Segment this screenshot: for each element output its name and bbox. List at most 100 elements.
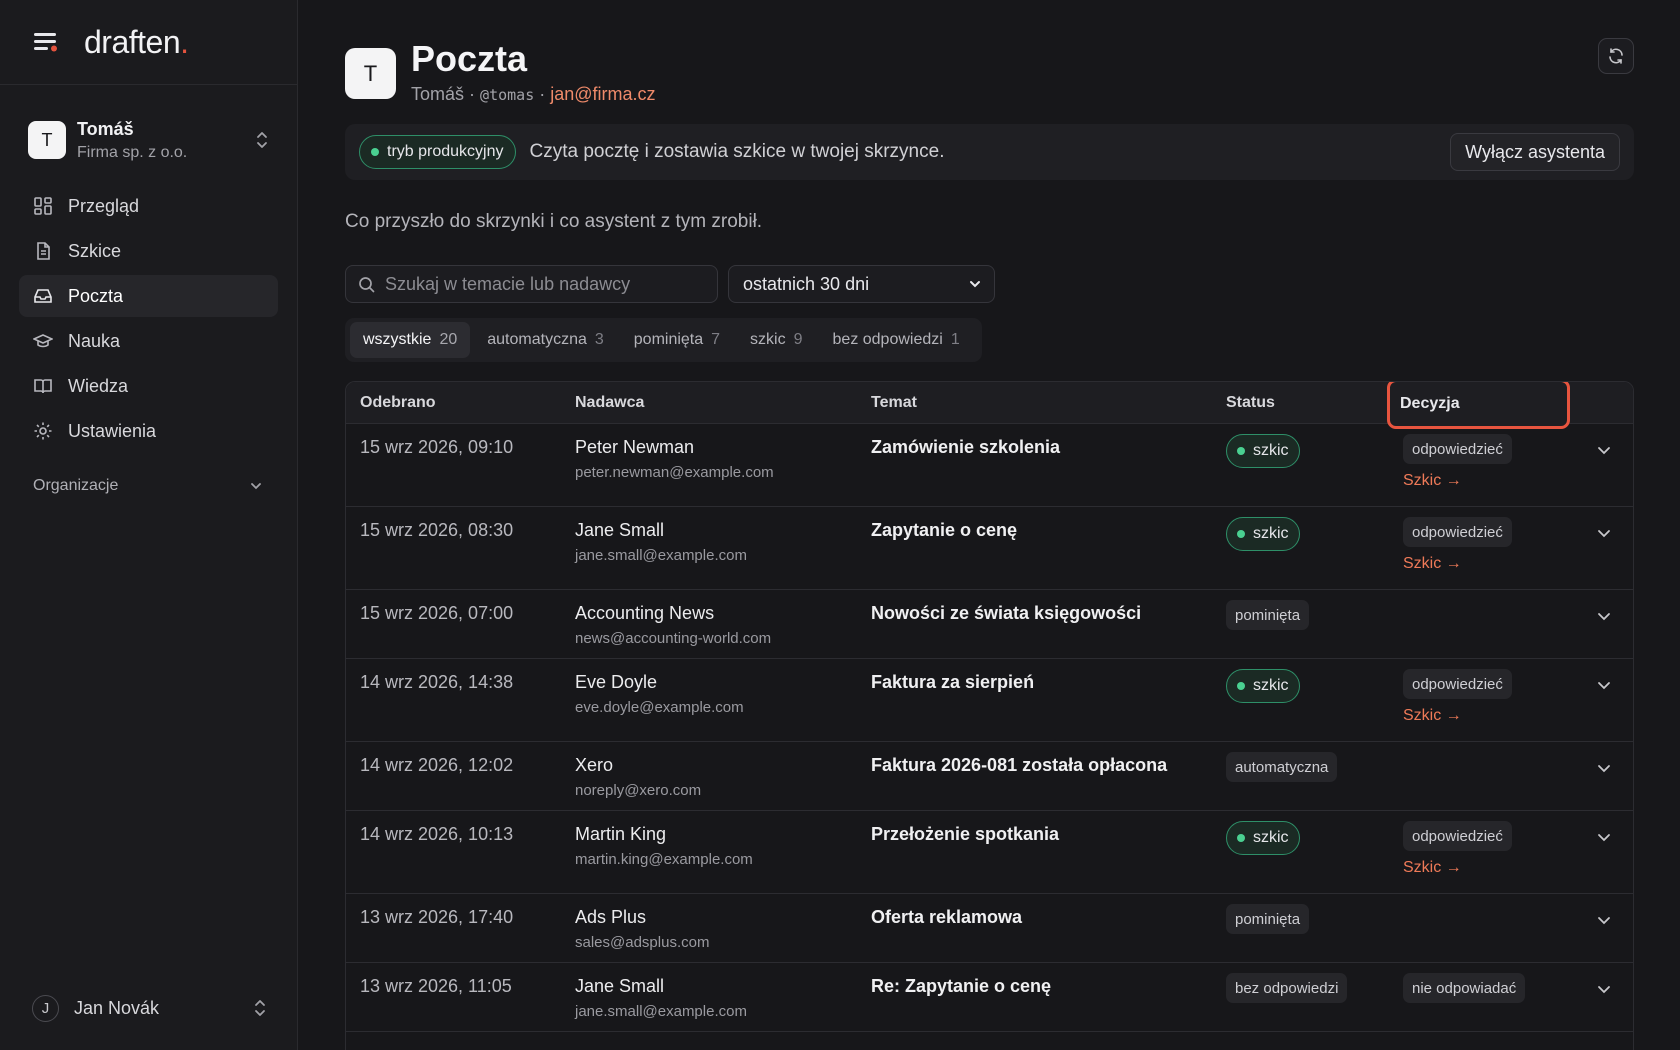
expand-chevron-icon[interactable] [1594, 606, 1614, 626]
nav-item-nauka[interactable]: Nauka [19, 320, 278, 362]
search-box[interactable] [345, 265, 718, 303]
status-badge: bez odpowiedzi [1226, 973, 1348, 1003]
status-label: szkic [1253, 442, 1289, 459]
draft-link[interactable]: Szkic → [1403, 859, 1512, 877]
table-row[interactable]: 13 wrz 2026, 11:05 Jane Small jane.small… [346, 963, 1633, 1032]
period-value: ostatnich 30 dni [743, 273, 870, 294]
nav-section-label: Organizacje [33, 477, 119, 494]
tab-wszystkie[interactable]: wszystkie 20 [350, 322, 471, 358]
status-badge: pominięta [1226, 904, 1310, 934]
search-icon [358, 276, 375, 293]
decision-badge: odpowiedzieć [1403, 669, 1512, 699]
row-decision: odpowiedzieć Szkic → [1403, 669, 1512, 725]
sender-email: peter.newman@example.com [575, 464, 774, 481]
sender-email: sales@adsplus.com [575, 934, 710, 951]
table-row[interactable]: 14 wrz 2026, 12:02 Xero noreply@xero.com… [346, 742, 1633, 811]
gear-icon [33, 421, 53, 441]
tab-automatyczna[interactable]: automatyczna 3 [474, 322, 617, 358]
sidebar: draften. T Tomáš Firma sp. z o.o. Przegl… [0, 0, 298, 1050]
nav-item-wiedza[interactable]: Wiedza [19, 365, 278, 407]
row-subject: Oferta reklamowa [871, 907, 1023, 927]
row-status: automatyczna [1226, 752, 1338, 782]
chevron-down-icon [968, 277, 982, 291]
expand-chevron-icon[interactable] [1594, 910, 1614, 930]
expand-chevron-icon[interactable] [1594, 440, 1614, 460]
table-row[interactable]: 15 wrz 2026, 09:10 Peter Newman peter.ne… [346, 424, 1633, 507]
menu-icon[interactable] [32, 30, 62, 54]
search-input[interactable] [385, 273, 705, 295]
row-sender: Martin King martin.king@example.com [575, 824, 753, 868]
table-row-partial [346, 1032, 1633, 1050]
row-status: bez odpowiedzi [1226, 973, 1348, 1003]
refresh-icon [1607, 47, 1625, 65]
chevrons-updown-icon [253, 998, 267, 1018]
tab-label: bez odpowiedzi [832, 331, 943, 348]
table-row[interactable]: 14 wrz 2026, 14:38 Eve Doyle eve.doyle@e… [346, 659, 1633, 742]
table-row[interactable]: 13 wrz 2026, 17:40 Ads Plus sales@adsplu… [346, 894, 1633, 963]
draft-link[interactable]: Szkic → [1403, 707, 1512, 725]
row-subject: Zapytanie o cenę [871, 520, 1018, 540]
tab-szkic[interactable]: szkic 9 [737, 322, 815, 358]
nav-item-poczta[interactable]: Poczta [19, 275, 278, 317]
column-header-sender[interactable]: Nadawca [575, 382, 644, 424]
nav-item-szkice[interactable]: Szkice [19, 230, 278, 272]
row-subject: Faktura 2026-081 została opłacona [871, 755, 1168, 775]
user-name: Jan Novák [74, 997, 160, 1018]
tab-bez-odpowiedzi[interactable]: bez odpowiedzi 1 [820, 322, 973, 358]
row-status: szkic [1226, 517, 1300, 551]
nav-item-ustawienia[interactable]: Ustawienia [19, 410, 278, 452]
column-header-status[interactable]: Status [1226, 382, 1275, 424]
expand-chevron-icon[interactable] [1594, 523, 1614, 543]
nav-label: Ustawienia [68, 420, 157, 441]
row-decision: odpowiedzieć Szkic → [1403, 821, 1512, 877]
decision-badge: odpowiedzieć [1403, 434, 1512, 464]
draft-link[interactable]: Szkic → [1403, 472, 1512, 490]
status-dot [1237, 447, 1245, 455]
period-select[interactable]: ostatnich 30 dni [728, 265, 995, 303]
expand-chevron-icon[interactable] [1594, 675, 1614, 695]
meta-email-link[interactable]: jan@firma.cz [550, 84, 655, 104]
tab-label: szkic [750, 331, 786, 348]
draft-link[interactable]: Szkic → [1403, 555, 1512, 573]
tab-label: automatyczna [487, 331, 587, 348]
expand-chevron-icon[interactable] [1594, 758, 1614, 778]
status-badge: szkic [1226, 517, 1300, 551]
table-row[interactable]: 14 wrz 2026, 10:13 Martin King martin.ki… [346, 811, 1633, 894]
nav-section-organizacje[interactable]: Organizacje [33, 474, 263, 498]
expand-chevron-icon[interactable] [1594, 827, 1614, 847]
status-badge: szkic [1226, 669, 1300, 703]
table-row[interactable]: 15 wrz 2026, 07:00 Accounting News news@… [346, 590, 1633, 659]
tab-pominieta[interactable]: pominięta 7 [621, 322, 733, 358]
sender-name: Jane Small [575, 976, 665, 996]
expand-chevron-icon[interactable] [1594, 979, 1614, 999]
nav-item-przeglad[interactable]: Przegląd [19, 185, 278, 227]
column-header-decision[interactable]: Decyzja [1387, 382, 1570, 429]
status-dot [1237, 682, 1245, 690]
column-header-subject[interactable]: Temat [871, 382, 917, 424]
disable-assistant-button[interactable]: Wyłącz asystenta [1450, 133, 1620, 171]
brand-logo[interactable]: draften. [84, 24, 189, 61]
nav-label: Wiedza [68, 375, 129, 396]
decision-badge: odpowiedzieć [1403, 517, 1512, 547]
row-sender: Eve Doyle eve.doyle@example.com [575, 672, 744, 716]
inbox-icon [33, 286, 53, 306]
row-date: 15 wrz 2026, 09:10 [360, 437, 514, 457]
user-switcher[interactable]: J Jan Novák [32, 992, 267, 1024]
brand-bar: draften. [0, 0, 297, 85]
column-header-received[interactable]: Odebrano [360, 382, 436, 424]
chevrons-updown-icon [255, 130, 269, 150]
status-badge: szkic [1226, 821, 1300, 855]
filter-tabs: wszystkie 20 automatyczna 3 pominięta 7 szk… [345, 318, 982, 362]
sender-email: jane.small@example.com [575, 547, 747, 564]
refresh-button[interactable] [1598, 38, 1634, 74]
row-decision: nie odpowiadać [1403, 973, 1526, 1003]
sender-name: Xero [575, 755, 614, 775]
brand-name: draften [84, 23, 181, 60]
org-switcher[interactable]: T Tomáš Firma sp. z o.o. [28, 115, 269, 165]
meta-handle: @tomas [480, 86, 535, 104]
meta-separator: · [539, 84, 546, 104]
org-user-name: Tomáš [77, 118, 134, 139]
table-row[interactable]: 15 wrz 2026, 08:30 Jane Small jane.small… [346, 507, 1633, 590]
sender-email: noreply@xero.com [575, 782, 702, 799]
decision-badge: odpowiedzieć [1403, 821, 1512, 851]
